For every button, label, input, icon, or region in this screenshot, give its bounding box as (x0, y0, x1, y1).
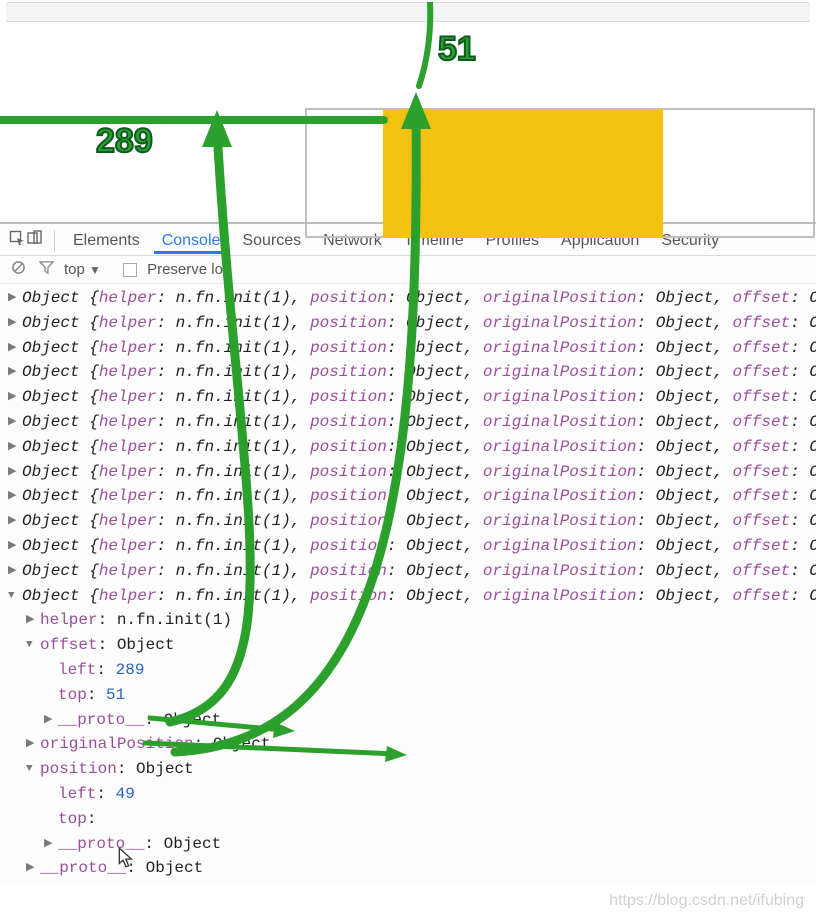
checkbox-icon (123, 263, 137, 277)
divider (54, 230, 55, 252)
console-object-row[interactable]: Object {helper: n.fn.init(1), position: … (8, 286, 816, 311)
console-prop-row[interactable]: top: 51 (8, 683, 816, 708)
browser-toolbar (6, 2, 810, 22)
context-selector[interactable]: top ▼ (64, 261, 101, 278)
chevron-down-icon: ▼ (89, 263, 101, 277)
console-prop-row[interactable]: originalPosition: Object (8, 732, 816, 757)
cursor-icon (118, 847, 136, 869)
console-object-row[interactable]: Object {helper: n.fn.init(1), position: … (8, 509, 816, 534)
console-object-row-expanded[interactable]: Object {helper: n.fn.init(1), position: … (8, 584, 816, 609)
console-object-row[interactable]: Object {helper: n.fn.init(1), position: … (8, 460, 816, 485)
preserve-log-label: Preserve log (147, 261, 231, 278)
tab-elements[interactable]: Elements (65, 228, 148, 253)
console-prop-row[interactable]: left: 289 (8, 658, 816, 683)
console-object-row[interactable]: Object {helper: n.fn.init(1), position: … (8, 559, 816, 584)
console-toolbar: top ▼ Preserve log (0, 256, 816, 284)
tab-console[interactable]: Console (154, 228, 229, 254)
console-object-row[interactable]: Object {helper: n.fn.init(1), position: … (8, 336, 816, 361)
console-object-row[interactable]: Object {helper: n.fn.init(1), position: … (8, 534, 816, 559)
console-prop-row[interactable]: __proto__: Object (8, 708, 816, 733)
console-object-row[interactable]: Object {helper: n.fn.init(1), position: … (8, 484, 816, 509)
console-prop-row[interactable]: offset: Object (8, 633, 816, 658)
console-prop-row[interactable]: helper: n.fn.init(1) (8, 608, 816, 633)
tab-sources[interactable]: Sources (234, 228, 309, 253)
console-object-row[interactable]: Object {helper: n.fn.init(1), position: … (8, 435, 816, 460)
watermark-text: https://blog.csdn.net/ifubing (609, 892, 804, 910)
page-area (0, 22, 816, 222)
console-object-row[interactable]: Object {helper: n.fn.init(1), position: … (8, 385, 816, 410)
console-object-row[interactable]: Object {helper: n.fn.init(1), position: … (8, 360, 816, 385)
console-output: Object {helper: n.fn.init(1), position: … (0, 284, 816, 883)
inspect-icon[interactable] (8, 230, 26, 251)
preserve-log-toggle[interactable]: Preserve log (123, 261, 231, 278)
clear-console-icon[interactable] (8, 260, 28, 279)
filter-icon[interactable] (36, 260, 56, 279)
droppable-container[interactable] (305, 108, 815, 238)
draggable-box[interactable] (383, 109, 663, 238)
console-prop-row[interactable]: top: (8, 807, 816, 832)
devtools-panel: ElementsConsoleSourcesNetworkTimelinePro… (0, 222, 816, 883)
context-selector-label: top (64, 261, 85, 278)
console-object-row[interactable]: Object {helper: n.fn.init(1), position: … (8, 410, 816, 435)
console-prop-row[interactable]: left: 49 (8, 782, 816, 807)
console-object-row[interactable]: Object {helper: n.fn.init(1), position: … (8, 311, 816, 336)
device-toggle-icon[interactable] (26, 230, 44, 251)
console-prop-row[interactable]: position: Object (8, 757, 816, 782)
